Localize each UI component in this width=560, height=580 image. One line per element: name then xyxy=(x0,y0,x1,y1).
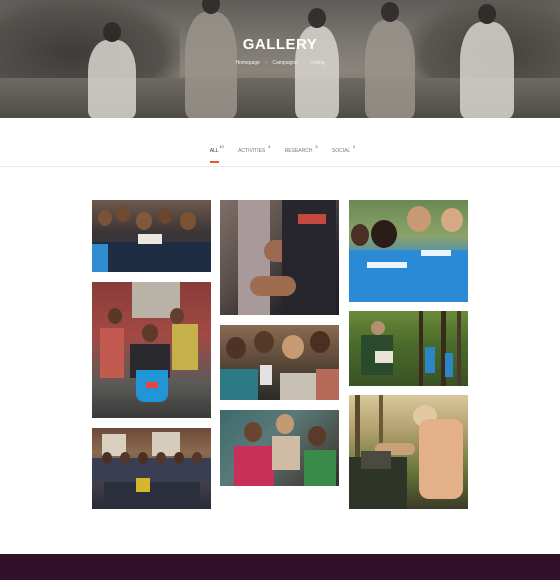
hero-banner: GALLERY Homepage - Campaigns - Listing xyxy=(0,0,560,118)
gallery-photo-forest-research[interactable] xyxy=(349,311,468,386)
filter-divider xyxy=(0,166,560,167)
footer xyxy=(0,554,560,580)
breadcrumb-separator: - xyxy=(303,60,305,66)
filter-label: ALL xyxy=(209,148,219,154)
page-title: GALLERY xyxy=(242,36,318,53)
gallery-photo-volunteers[interactable] xyxy=(349,200,468,302)
gallery-photo-hiking-help[interactable] xyxy=(349,395,468,509)
gallery-photo-children-playing[interactable] xyxy=(220,410,339,486)
breadcrumb-separator: - xyxy=(265,60,267,66)
breadcrumb-campaigns[interactable]: Campaigns xyxy=(272,60,297,66)
filter-tab-all[interactable]: ALL 10 xyxy=(209,144,224,163)
filter-label: ACTIVITIES xyxy=(238,148,266,154)
filter-tab-research[interactable]: RESEARCH 3 xyxy=(284,144,318,160)
filter-count: 2 xyxy=(352,144,356,149)
filter-label: SOCIAL xyxy=(331,148,351,154)
breadcrumb-current: Listing xyxy=(310,60,325,66)
gallery-photo-kids-with-phone[interactable] xyxy=(220,325,339,400)
filter-count: 10 xyxy=(219,144,224,149)
filter-count: 3 xyxy=(315,144,318,149)
gallery-page: GALLERY Homepage - Campaigns - Listing A… xyxy=(0,0,560,580)
filter-tab-activities[interactable]: ACTIVITIES 4 xyxy=(238,144,270,160)
filter-label: RESEARCH xyxy=(284,148,313,154)
gallery-photo-children-water-bucket[interactable] xyxy=(92,282,211,418)
filter-count: 4 xyxy=(268,144,271,149)
gallery-photo-schoolchildren[interactable] xyxy=(92,200,211,272)
breadcrumb-homepage[interactable]: Homepage xyxy=(235,60,259,66)
hero-child-figure xyxy=(365,2,415,118)
gallery-photo-hands-collaboration[interactable] xyxy=(220,200,339,315)
gallery-filter-tabs: ALL 10 ACTIVITIES 4 RESEARCH 3 SOCIAL 2 xyxy=(0,144,560,163)
gallery-photo-group-portrait[interactable] xyxy=(92,428,211,509)
breadcrumb: Homepage - Campaigns - Listing xyxy=(0,60,560,66)
filter-tab-social[interactable]: SOCIAL 2 xyxy=(331,144,355,160)
